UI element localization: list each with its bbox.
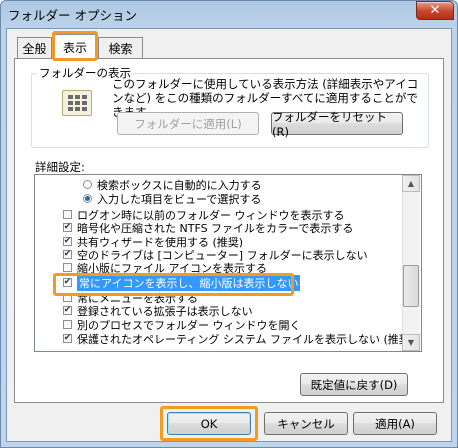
scroll-thumb[interactable]	[403, 265, 419, 307]
checkbox-unchecked[interactable]	[63, 210, 72, 220]
radio-selected[interactable]	[83, 194, 92, 204]
check-icon: ✔	[63, 249, 72, 260]
highlight-frame-ok	[160, 406, 258, 441]
setting-item[interactable]: 検索ボックスに自動的に入力する	[83, 178, 262, 192]
checkbox-unchecked[interactable]	[63, 263, 72, 273]
setting-item[interactable]: ✔ 暗号化や圧縮された NTFS ファイルをカラーで表示する	[63, 221, 353, 235]
setting-label: 入力した項目をビューで選択する	[97, 192, 262, 206]
tab-general[interactable]: 全般	[17, 37, 52, 58]
checkbox-checked[interactable]: ✔	[63, 222, 72, 233]
advanced-settings-label: 詳細設定:	[35, 160, 85, 174]
close-button[interactable]: ✕	[416, 1, 454, 20]
scroll-down-icon[interactable]: ▼	[402, 334, 420, 351]
setting-item[interactable]: ✔ 保護されたオペレーティング システム ファイルを表示しない (推奨)	[63, 332, 415, 346]
check-icon: ✔	[63, 333, 72, 344]
apply-button[interactable]: 適用(A)	[353, 412, 437, 435]
window-title: フォルダー オプション	[8, 8, 137, 23]
checkbox-unchecked[interactable]	[63, 320, 72, 330]
folder-view-icon	[62, 90, 92, 116]
checkbox-checked[interactable]: ✔	[63, 249, 72, 260]
scroll-up-icon[interactable]: ▲	[402, 175, 420, 192]
advanced-settings-list[interactable]: 検索ボックスに自動的に入力する 入力した項目をビューで選択する ログオン時に以前のフ…	[34, 174, 422, 352]
apply-to-folders-button[interactable]: フォルダーに適用(L)	[117, 112, 259, 135]
check-icon: ✔	[63, 305, 72, 316]
setting-item[interactable]: 別のプロセスでフォルダー ウィンドウを開く	[63, 318, 301, 332]
highlight-frame-setting	[53, 273, 294, 296]
restore-defaults-button[interactable]: 既定値に戻す(D)	[300, 373, 408, 396]
advanced-list-scrollbar[interactable]	[402, 175, 420, 351]
setting-item[interactable]: 入力した項目をビューで選択する	[83, 192, 262, 206]
radio-unselected[interactable]	[83, 180, 92, 190]
checkbox-checked[interactable]: ✔	[63, 333, 72, 344]
checkbox-checked[interactable]: ✔	[63, 236, 72, 247]
setting-label: 保護されたオペレーティング システム ファイルを表示しない (推奨)	[77, 332, 415, 346]
tab-search[interactable]: 検索	[98, 37, 143, 58]
highlight-frame-tab	[52, 31, 98, 61]
check-icon: ✔	[63, 236, 72, 247]
setting-item[interactable]: ✔ 登録されている拡張子は表示しない	[63, 304, 253, 318]
cancel-button[interactable]: キャンセル	[264, 412, 348, 435]
reset-folders-button[interactable]: フォルダーをリセット(R)	[271, 110, 403, 139]
check-icon: ✔	[63, 222, 72, 233]
checkbox-checked[interactable]: ✔	[63, 305, 72, 316]
